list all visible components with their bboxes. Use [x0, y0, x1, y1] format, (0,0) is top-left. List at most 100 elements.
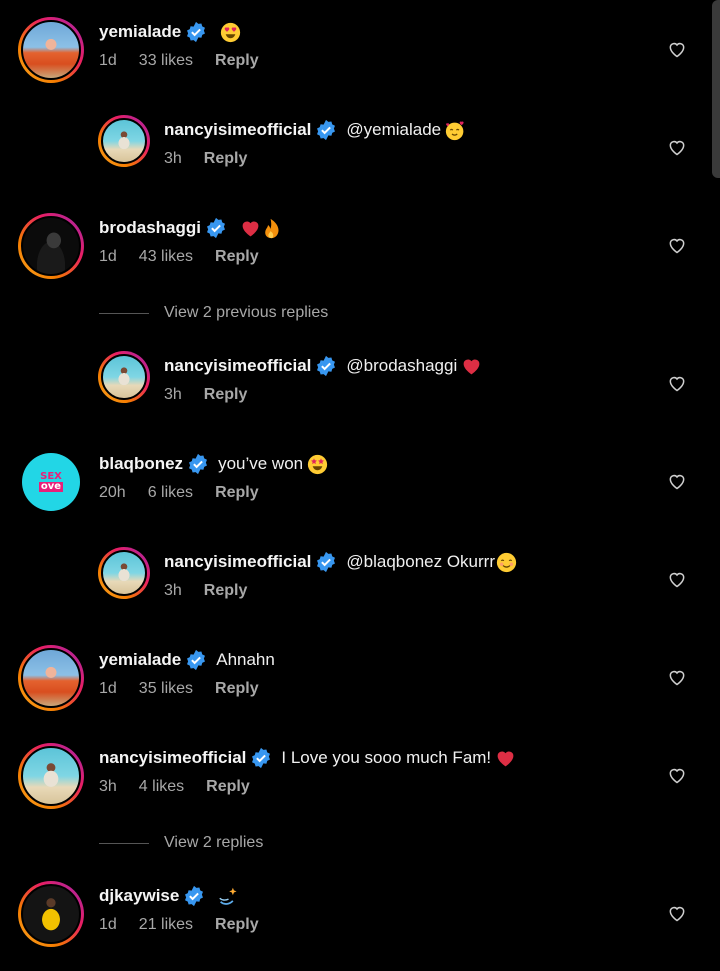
comment-time: 1d [99, 52, 117, 69]
username[interactable]: brodashaggi [99, 218, 201, 238]
comment-text: I Love you sooo much Fam! [281, 748, 492, 767]
red-heart-emoji-icon [463, 359, 480, 374]
comment-time: 3h [164, 150, 182, 167]
reply-button[interactable]: Reply [206, 778, 250, 796]
avatar [21, 884, 81, 944]
avatar-story-ring[interactable] [18, 213, 84, 279]
comment-time: 3h [164, 582, 182, 599]
avatar-story-ring[interactable] [98, 547, 150, 599]
avatar [101, 354, 147, 400]
reply-button[interactable]: Reply [204, 582, 248, 600]
avatar [101, 550, 147, 596]
username[interactable]: yemialade [99, 650, 181, 670]
verified-badge-icon [317, 355, 336, 377]
avatar [21, 216, 81, 276]
avatar-story-ring[interactable] [98, 115, 150, 167]
verified-badge-icon [207, 217, 225, 239]
avatar-story-ring[interactable] [18, 743, 84, 809]
comment-item: djkaywise 1d 21 likes Reply [0, 881, 720, 971]
verified-badge-icon [187, 649, 206, 671]
red-heart-emoji-icon [497, 751, 514, 766]
reply-button[interactable]: Reply [204, 150, 248, 168]
avatar [21, 648, 81, 708]
username[interactable]: nancyisimeofficial [164, 120, 311, 140]
comment-time: 1d [99, 680, 117, 697]
avatar [101, 118, 147, 164]
like-heart-icon[interactable] [667, 765, 687, 785]
verified-badge-icon [185, 885, 204, 907]
verified-badge-icon [187, 21, 206, 43]
likes-count[interactable]: 4 likes [139, 778, 184, 796]
fire-emoji-icon [265, 218, 279, 238]
comment-text: Ahnahn [216, 650, 275, 669]
avatar: SEX ove [22, 453, 80, 511]
reply-button[interactable]: Reply [215, 680, 259, 698]
reply-button[interactable]: Reply [215, 52, 259, 70]
dizzy-emoji-icon [219, 887, 237, 905]
comment-time: 1d [99, 248, 117, 265]
avatar [21, 746, 81, 806]
view-replies-button[interactable]: View 2 replies [99, 833, 263, 853]
like-heart-icon[interactable] [667, 373, 687, 393]
avatar-story-ring[interactable] [18, 645, 84, 711]
avatar-story-ring[interactable] [18, 17, 84, 83]
reply-button[interactable]: Reply [215, 484, 259, 502]
username[interactable]: djkaywise [99, 886, 179, 906]
verified-badge-icon [317, 119, 336, 141]
username[interactable]: nancyisimeofficial [164, 356, 311, 376]
scrollbar[interactable] [712, 0, 720, 178]
comment-item: SEX ove blaqbonez you’ve won 20h 6 likes… [0, 449, 720, 539]
likes-count[interactable]: 43 likes [139, 248, 193, 266]
comment-text: @blaqbonez Okurrr [346, 552, 495, 571]
red-heart-emoji-icon [242, 221, 259, 236]
smiling-hearts-emoji-icon [446, 120, 464, 140]
username[interactable]: yemialade [99, 22, 181, 42]
reply-item: nancyisimeofficial @brodashaggi 3h Reply [0, 351, 720, 441]
divider [99, 842, 149, 844]
comment-text: @yemialade [346, 120, 442, 139]
reply-item: nancyisimeofficial @yemialade 3h Reply [0, 115, 720, 205]
smiling-blush-emoji-icon [496, 552, 517, 572]
likes-count[interactable]: 6 likes [148, 484, 193, 502]
comment-text: @brodashaggi [346, 356, 458, 375]
avatar-badge-text: ove [38, 481, 64, 492]
like-heart-icon[interactable] [667, 471, 687, 491]
comment-time: 3h [99, 778, 117, 795]
comment-item: nancyisimeofficial I Love you sooo much … [0, 743, 720, 833]
like-heart-icon[interactable] [667, 903, 687, 923]
username[interactable]: nancyisimeofficial [99, 748, 246, 768]
likes-count[interactable]: 21 likes [139, 916, 193, 934]
divider [99, 312, 149, 314]
comment-item: yemialade Ahnahn 1d 35 likes Reply [0, 645, 720, 735]
avatar-story-ring[interactable] [98, 351, 150, 403]
verified-badge-icon [317, 551, 336, 573]
comment-time: 20h [99, 484, 126, 501]
reply-button[interactable]: Reply [215, 916, 259, 934]
view-previous-replies-button[interactable]: View 2 previous replies [99, 303, 328, 323]
reply-button[interactable]: Reply [204, 386, 248, 404]
comment-time: 3h [164, 386, 182, 403]
reply-item: nancyisimeofficial @blaqbonez Okurrr 3h … [0, 547, 720, 637]
star-struck-emoji-icon [308, 454, 328, 474]
like-heart-icon[interactable] [667, 569, 687, 589]
verified-badge-icon [189, 453, 208, 475]
heart-eyes-emoji-icon [221, 22, 241, 42]
username[interactable]: nancyisimeofficial [164, 552, 311, 572]
comment-item: yemialade 1d 33 likes Reply [0, 17, 720, 107]
comment-text: you’ve won [218, 454, 304, 473]
avatar-wrapper[interactable]: SEX ove [18, 449, 84, 515]
likes-count[interactable]: 33 likes [139, 52, 193, 70]
like-heart-icon[interactable] [667, 39, 687, 59]
like-heart-icon[interactable] [667, 235, 687, 255]
username[interactable]: blaqbonez [99, 454, 183, 474]
view-replies-label: View 2 replies [164, 834, 264, 851]
avatar-story-ring[interactable] [18, 881, 84, 947]
comment-time: 1d [99, 916, 117, 933]
verified-badge-icon [252, 747, 271, 769]
like-heart-icon[interactable] [667, 667, 687, 687]
avatar [21, 20, 81, 80]
likes-count[interactable]: 35 likes [139, 680, 193, 698]
like-heart-icon[interactable] [667, 137, 687, 157]
comment-item: brodashaggi 1d 43 likes Reply [0, 213, 720, 303]
reply-button[interactable]: Reply [215, 248, 259, 266]
